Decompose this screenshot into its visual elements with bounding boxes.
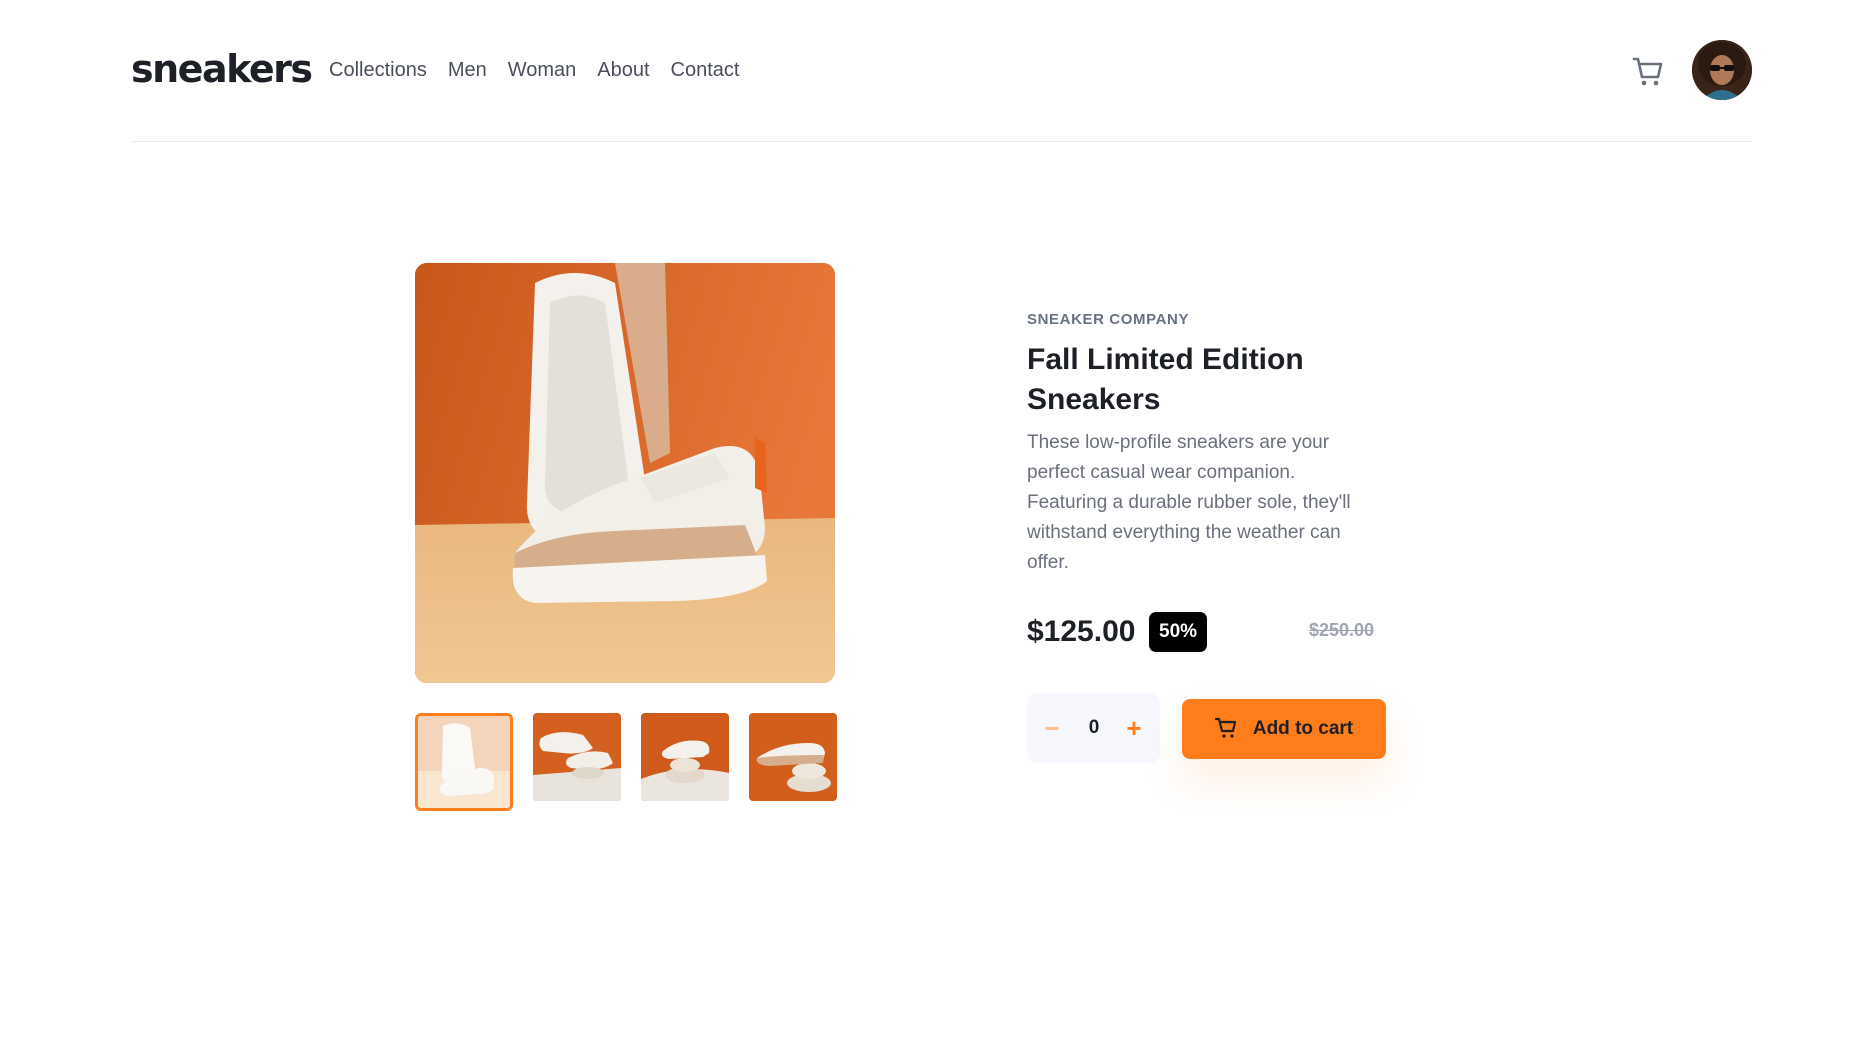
thumbnail-2[interactable]: [533, 713, 621, 801]
product-main-image[interactable]: [415, 263, 835, 683]
quantity-value: 0: [1088, 717, 1100, 738]
add-to-cart-label: Add to cart: [1252, 718, 1354, 739]
thumbnail-list: [415, 713, 837, 811]
product-description: These low-profile sneakers are your perf…: [1027, 432, 1351, 573]
nav-contact[interactable]: Contact: [671, 60, 740, 80]
nav-woman[interactable]: Woman: [508, 60, 577, 80]
avatar[interactable]: [1692, 40, 1752, 100]
main-nav: Collections Men Woman About Contact: [329, 60, 739, 80]
site-header: sneakers Collections Men Woman About Con…: [131, 36, 1752, 142]
increase-quantity-button[interactable]: +: [1121, 715, 1147, 741]
nav-men[interactable]: Men: [448, 60, 487, 80]
company-name: SNEAKER COMPANY: [1027, 311, 1190, 328]
quantity-stepper: − 0 +: [1027, 693, 1160, 763]
nav-about[interactable]: About: [597, 60, 649, 80]
thumbnail-1[interactable]: [415, 713, 513, 811]
product-page: sneakers Collections Men Woman About Con…: [0, 0, 1860, 1062]
logo[interactable]: sneakers: [131, 50, 313, 88]
discount-badge: 50%: [1149, 612, 1208, 652]
cart-icon[interactable]: [1631, 55, 1665, 89]
nav-collections[interactable]: Collections: [329, 60, 427, 80]
thumbnail-3[interactable]: [641, 713, 729, 801]
cart-icon: [1214, 717, 1239, 742]
product-title: Fall Limited Edition Sneakers: [1027, 343, 1304, 416]
decrease-quantity-button[interactable]: −: [1039, 715, 1065, 741]
original-price: $250.00: [1309, 620, 1375, 640]
thumbnail-4[interactable]: [749, 713, 837, 801]
current-price: $125.00: [1027, 615, 1136, 648]
add-to-cart-button[interactable]: Add to cart: [1182, 699, 1386, 759]
